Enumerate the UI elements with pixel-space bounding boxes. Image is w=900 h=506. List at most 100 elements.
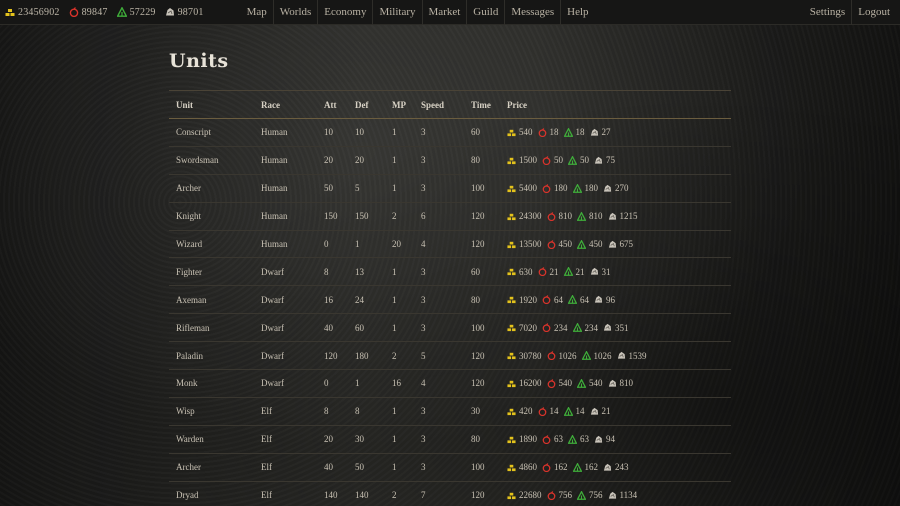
- price-stone: 270: [603, 183, 629, 193]
- food-icon: [542, 463, 551, 472]
- price-wood: 18: [564, 127, 585, 137]
- cell-mp: 2: [392, 211, 397, 222]
- cell-att: 0: [324, 378, 329, 389]
- price-value: 810: [558, 211, 573, 222]
- price-food: 756: [547, 490, 572, 500]
- cell-def: 30: [355, 434, 364, 445]
- price-value: 1920: [519, 294, 537, 305]
- price-value: 27: [601, 127, 611, 138]
- cell-speed: 3: [421, 294, 426, 305]
- resource-food: 89847: [69, 7, 108, 18]
- cell-mp: 16: [392, 378, 401, 389]
- price-gold: 4860: [507, 462, 537, 472]
- cell-def: 150: [355, 211, 369, 222]
- cell-race: Human: [261, 127, 288, 138]
- food-icon: [547, 491, 556, 500]
- nav-item-logout[interactable]: Logout: [852, 0, 896, 25]
- wood-icon: [573, 463, 582, 472]
- price-value: 450: [558, 239, 573, 249]
- cell-race: Elf: [261, 462, 272, 473]
- price-wood: 180: [573, 183, 599, 194]
- price-stone: 1215: [608, 211, 638, 221]
- cell-def: 10: [355, 127, 364, 138]
- price-gold: 30780: [507, 351, 542, 361]
- table-row: Archer Human 50 5 1 3 100 5400 180 180 270: [169, 174, 731, 203]
- nav-item-help[interactable]: Help: [561, 0, 594, 25]
- cell-speed: 4: [421, 378, 426, 389]
- nav-item-worlds[interactable]: Worlds: [274, 0, 319, 25]
- cell-time: 60: [471, 127, 480, 138]
- food-icon: [542, 323, 551, 332]
- cell-time: 80: [471, 155, 480, 166]
- nav-item-economy[interactable]: Economy: [318, 0, 374, 25]
- price-wood: 162: [573, 462, 598, 472]
- price-value: 14: [575, 406, 585, 417]
- price-value: 5400: [519, 183, 537, 194]
- nav-item-messages[interactable]: Messages: [505, 0, 562, 25]
- cell-speed: 3: [421, 127, 426, 138]
- cell-def: 1: [355, 378, 360, 389]
- nav-item-settings[interactable]: Settings: [804, 0, 853, 25]
- cell-att: 40: [324, 322, 333, 333]
- price-food: 63: [542, 434, 563, 444]
- price-stone: 1134: [608, 490, 637, 500]
- cell-def: 60: [355, 322, 364, 333]
- cell-mp: 1: [392, 406, 397, 417]
- cell-price: 1890 63 63 94: [500, 425, 731, 453]
- price-gold: 7020: [507, 323, 537, 333]
- cell-race: Dwarf: [261, 294, 284, 305]
- price-wood: 1026: [582, 351, 612, 361]
- nav-item-market[interactable]: Market: [423, 0, 468, 25]
- price-value: 50: [580, 155, 589, 166]
- cell-time: 120: [471, 378, 485, 389]
- cell-unit: Rifleman: [176, 322, 210, 333]
- cell-speed: 3: [421, 183, 426, 194]
- price-value: 94: [606, 434, 615, 445]
- price-gold: 1890: [507, 434, 537, 444]
- cell-att: 8: [324, 406, 329, 417]
- price-gold: 5400: [507, 183, 537, 193]
- cell-speed: 3: [421, 266, 426, 277]
- cell-race: Dwarf: [261, 350, 284, 361]
- resource-value: 23456902: [18, 6, 60, 18]
- column-header-def: Def: [355, 99, 369, 110]
- price-gold: 13500: [507, 239, 542, 249]
- price-wood: 756: [577, 490, 603, 500]
- nav-item-guild[interactable]: Guild: [467, 0, 506, 25]
- nav-item-military[interactable]: Military: [373, 0, 423, 25]
- price-value: 22680: [519, 490, 542, 501]
- cell-time: 80: [471, 434, 480, 445]
- price-value: 351: [615, 322, 629, 333]
- top-bar: 23456902 89847 57229 98701 Map Worlds Economy…: [0, 0, 900, 25]
- price-value: 180: [584, 183, 599, 194]
- nav-item-map[interactable]: Map: [241, 0, 274, 25]
- price-value: 162: [554, 462, 568, 473]
- cell-time: 120: [471, 239, 485, 249]
- column-header-price: Price: [507, 99, 527, 110]
- price-wood: 810: [577, 211, 603, 221]
- resource-stone: 98701: [165, 7, 204, 18]
- price-value: 450: [589, 239, 603, 249]
- price-value: 420: [519, 406, 533, 417]
- cell-price: 420 14 14 21: [500, 397, 731, 425]
- price-stone: 21: [590, 406, 611, 416]
- cell-price: 1500 50 50 75: [500, 146, 731, 174]
- gold-icon: [507, 323, 516, 332]
- price-value: 270: [615, 183, 629, 194]
- units-table-body: Conscript Human 10 10 1 3 60 540 18 18 27 Swordsman…: [169, 119, 731, 506]
- price-value: 1026: [593, 350, 612, 361]
- wood-icon: [582, 351, 591, 360]
- gold-icon: [507, 407, 516, 416]
- cell-def: 180: [355, 350, 369, 361]
- cell-price: 16200 540 540 810: [500, 370, 731, 398]
- price-value: 756: [589, 490, 603, 501]
- cell-mp: 1: [392, 266, 397, 277]
- cell-race: Dwarf: [261, 322, 284, 333]
- cell-def: 13: [355, 266, 364, 277]
- cell-att: 16: [324, 294, 333, 305]
- cell-att: 150: [324, 211, 338, 222]
- price-value: 540: [558, 378, 573, 389]
- cell-mp: 1: [392, 127, 397, 138]
- price-value: 1539: [628, 350, 647, 361]
- cell-att: 120: [324, 350, 338, 361]
